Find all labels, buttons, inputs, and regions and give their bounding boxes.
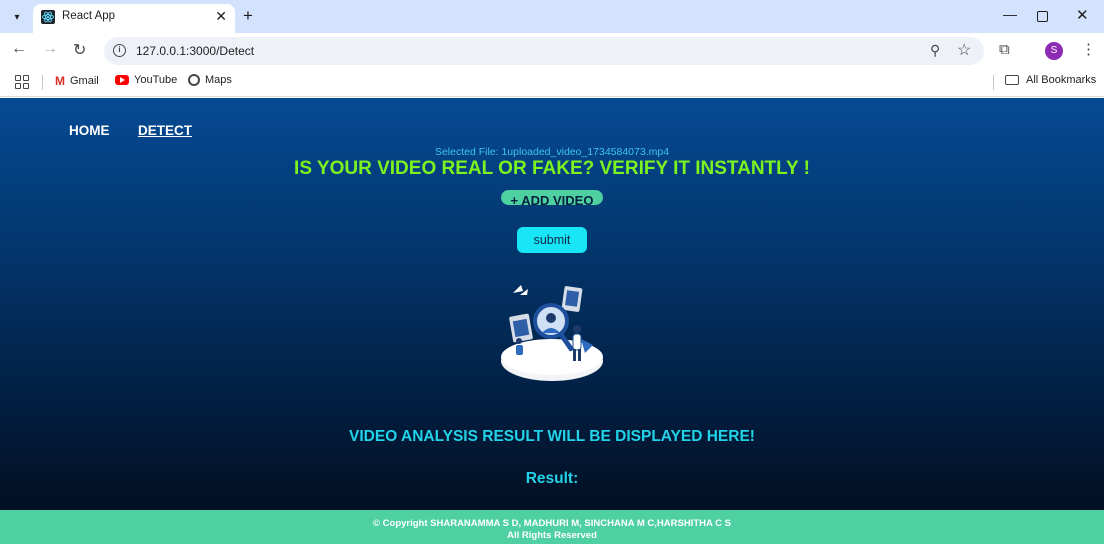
bookmark-star-icon[interactable]: ☆ — [957, 40, 971, 60]
bookmark-maps[interactable]: Maps — [188, 74, 232, 86]
zoom-icon[interactable]: ⚲ — [930, 42, 940, 59]
footer-copyright: © Copyright SHARANAMMA S D, MADHURI M, S… — [373, 518, 731, 529]
window-close-icon[interactable]: ✕ — [1076, 6, 1089, 24]
page-headline: IS YOUR VIDEO REAL OR FAKE? VERIFY IT IN… — [294, 158, 810, 179]
browser-menu-icon[interactable]: ⋮ — [1081, 40, 1096, 58]
react-favicon-icon — [41, 10, 55, 24]
bookmark-gmail[interactable]: M Gmail — [55, 74, 99, 88]
nav-home-link[interactable]: HOME — [69, 123, 110, 138]
apps-grid-icon[interactable] — [15, 75, 29, 89]
bookmarks-bar: M Gmail YouTube Maps All Bookmarks — [0, 69, 1104, 97]
url-text[interactable]: 127.0.0.1:3000/Detect — [136, 44, 254, 58]
folder-icon — [1005, 75, 1019, 85]
profile-avatar[interactable]: S — [1045, 42, 1063, 60]
tab-search-chevron-icon[interactable]: ▾ — [6, 6, 28, 28]
gmail-icon: M — [55, 74, 65, 88]
bookmark-gmail-label: Gmail — [70, 75, 99, 87]
address-bar[interactable]: i 127.0.0.1:3000/Detect ⚲ ☆ — [104, 37, 984, 65]
bookmark-maps-label: Maps — [205, 74, 232, 86]
tab-close-icon[interactable]: ✕ — [215, 8, 227, 25]
window-minimize-icon[interactable]: — — [1003, 6, 1017, 22]
browser-tab[interactable]: React App ✕ — [33, 4, 235, 33]
bookmark-youtube-label: YouTube — [134, 74, 178, 86]
nav-detect-link[interactable]: DETECT — [138, 123, 192, 138]
all-bookmarks[interactable]: All Bookmarks — [1005, 74, 1096, 86]
detect-page: HOME DETECT Selected File: 1uploaded_vid… — [0, 98, 1104, 544]
extensions-puzzle-icon[interactable]: ⧉ — [999, 41, 1010, 58]
youtube-icon — [115, 75, 129, 85]
browser-tabstrip: ▾ React App ✕ + — ✕ — [0, 0, 1104, 33]
bookmarks-divider-right — [993, 75, 994, 90]
forward-arrow-icon[interactable]: → — [42, 40, 58, 58]
result-heading: VIDEO ANALYSIS RESULT WILL BE DISPLAYED … — [349, 428, 755, 445]
add-video-button[interactable]: + ADD VIDEO — [501, 190, 603, 205]
footer-rights: All Rights Reserved — [507, 530, 597, 541]
site-info-icon[interactable]: i — [113, 44, 126, 57]
reload-icon[interactable]: ↻ — [73, 40, 86, 60]
bookmarks-divider — [42, 75, 43, 90]
result-label: Result: — [525, 470, 579, 487]
browser-toolbar: ← → ↻ i 127.0.0.1:3000/Detect ⚲ ☆ ⧉ S ⋮ — [0, 33, 1104, 69]
all-bookmarks-label: All Bookmarks — [1026, 74, 1097, 86]
bookmark-youtube[interactable]: YouTube — [115, 74, 177, 86]
back-arrow-icon[interactable]: ← — [11, 40, 27, 58]
window-restore-icon[interactable] — [1037, 11, 1048, 22]
page-footer: © Copyright SHARANAMMA S D, MADHURI M, S… — [0, 510, 1104, 544]
submit-button[interactable]: submit — [517, 227, 587, 253]
maps-globe-icon — [188, 74, 200, 86]
new-tab-plus-icon[interactable]: + — [243, 6, 253, 26]
selected-file-text: Selected File: 1uploaded_video_173458407… — [434, 146, 670, 158]
video-verification-illustration — [493, 281, 613, 385]
tab-title: React App — [62, 10, 116, 22]
